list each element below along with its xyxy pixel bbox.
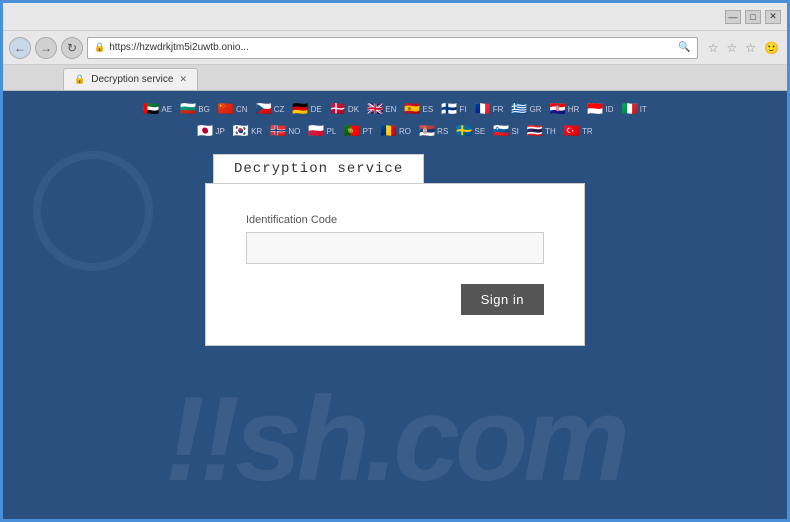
flag-id[interactable]: 🇮🇩 ID bbox=[587, 101, 613, 117]
star-icon[interactable]: ☆ bbox=[725, 39, 740, 57]
ssl-lock-icon: 🔒 bbox=[94, 42, 105, 53]
flags-row-1: 🇦🇪 AE 🇧🇬 BG 🇨🇳 CN 🇨🇿 CZ 🇩🇪 D bbox=[143, 101, 647, 117]
flag-es[interactable]: 🇪🇸 ES bbox=[404, 101, 433, 117]
flag-en[interactable]: 🇬🇧 EN bbox=[367, 101, 396, 117]
identification-code-label: Identification Code bbox=[246, 214, 544, 226]
flag-tr[interactable]: 🇹🇷 TR bbox=[564, 123, 593, 139]
flag-it[interactable]: 🇮🇹 IT bbox=[622, 101, 647, 117]
tab-label: Decryption service bbox=[91, 74, 173, 85]
flag-pl[interactable]: 🇵🇱 PL bbox=[308, 123, 336, 139]
address-search-icon[interactable]: 🔍 bbox=[678, 42, 690, 53]
flag-gr[interactable]: 🇬🇷 GR bbox=[511, 101, 541, 117]
maximize-button[interactable]: □ bbox=[745, 10, 761, 24]
flag-jp[interactable]: 🇯🇵 JP bbox=[197, 123, 225, 139]
refresh-button[interactable]: ↻ bbox=[61, 37, 83, 59]
flag-bg[interactable]: 🇧🇬 BG bbox=[180, 101, 210, 117]
flag-dk[interactable]: 🇩🇰 DK bbox=[330, 101, 359, 117]
flag-cs[interactable]: 🇨🇿 CZ bbox=[256, 101, 285, 117]
tab-favicon: 🔒 bbox=[74, 74, 85, 85]
flag-cn[interactable]: 🇨🇳 CN bbox=[218, 101, 248, 117]
flag-hr[interactable]: 🇭🇷 HR bbox=[550, 101, 580, 117]
bookmark-icon[interactable]: ☆ bbox=[706, 39, 721, 57]
address-bar[interactable]: 🔒 https://hzwdrkjtm5i2uwtb.onio... 🔍 bbox=[87, 37, 698, 59]
card-tab-title: Decryption service bbox=[213, 154, 424, 183]
flag-se[interactable]: 🇸🇪 SE bbox=[456, 123, 485, 139]
flag-fi[interactable]: 🇫🇮 FI bbox=[441, 101, 466, 117]
nav-icons-right: ☆ ☆ ☆ 🙂 bbox=[706, 39, 781, 57]
flag-th[interactable]: 🇹🇭 TH bbox=[527, 123, 556, 139]
tab-close-button[interactable]: ✕ bbox=[179, 74, 187, 85]
browser-frame: — □ ✕ ← → ↻ 🔒 https://hzwdrkjtm5i2uwtb.o… bbox=[0, 0, 790, 522]
flag-si[interactable]: 🇸🇮 SI bbox=[493, 123, 519, 139]
sign-in-row: Sign in bbox=[246, 284, 544, 315]
star2-icon[interactable]: ☆ bbox=[743, 39, 758, 57]
flag-ae[interactable]: 🇦🇪 AE bbox=[143, 101, 172, 117]
flag-no[interactable]: 🇳🇴 NO bbox=[270, 123, 300, 139]
flag-pt[interactable]: 🇵🇹 PT bbox=[344, 123, 372, 139]
title-bar: — □ ✕ bbox=[3, 3, 787, 31]
browser-content: !!sh.com 🇦🇪 AE 🇧🇬 BG 🇨🇳 CN 🇨🇿 C bbox=[3, 91, 787, 519]
sign-in-button[interactable]: Sign in bbox=[461, 284, 544, 315]
flags-container: 🇦🇪 AE 🇧🇬 BG 🇨🇳 CN 🇨🇿 CZ 🇩🇪 D bbox=[123, 91, 667, 144]
smiley-icon[interactable]: 🙂 bbox=[762, 39, 781, 57]
login-card-body: Identification Code Sign in bbox=[205, 183, 585, 346]
url-text: https://hzwdrkjtm5i2uwtb.onio... bbox=[109, 42, 674, 53]
circle-watermark bbox=[33, 151, 153, 271]
close-button[interactable]: ✕ bbox=[765, 10, 781, 24]
forward-button[interactable]: → bbox=[35, 37, 57, 59]
back-button[interactable]: ← bbox=[9, 37, 31, 59]
address-bar-container: 🔒 https://hzwdrkjtm5i2uwtb.onio... 🔍 bbox=[87, 37, 698, 59]
flag-de[interactable]: 🇩🇪 DE bbox=[292, 101, 321, 117]
window-controls: — □ ✕ bbox=[725, 10, 781, 24]
flags-row-2: 🇯🇵 JP 🇰🇷 KR 🇳🇴 NO 🇵🇱 PL 🇵🇹 P bbox=[197, 123, 592, 139]
identification-code-input[interactable] bbox=[246, 232, 544, 264]
background-watermark: !!sh.com bbox=[3, 379, 787, 499]
flag-fr[interactable]: 🇫🇷 FR bbox=[475, 101, 504, 117]
flag-ro[interactable]: 🇷🇴 RO bbox=[381, 123, 411, 139]
active-tab[interactable]: 🔒 Decryption service ✕ bbox=[63, 68, 198, 90]
flag-kr[interactable]: 🇰🇷 KR bbox=[233, 123, 262, 139]
login-card-container: Decryption service Identification Code S… bbox=[205, 154, 585, 346]
nav-bar: ← → ↻ 🔒 https://hzwdrkjtm5i2uwtb.onio...… bbox=[3, 31, 787, 65]
minimize-button[interactable]: — bbox=[725, 10, 741, 24]
flag-rs[interactable]: 🇷🇸 RS bbox=[419, 123, 448, 139]
tab-bar: 🔒 Decryption service ✕ bbox=[3, 65, 787, 91]
